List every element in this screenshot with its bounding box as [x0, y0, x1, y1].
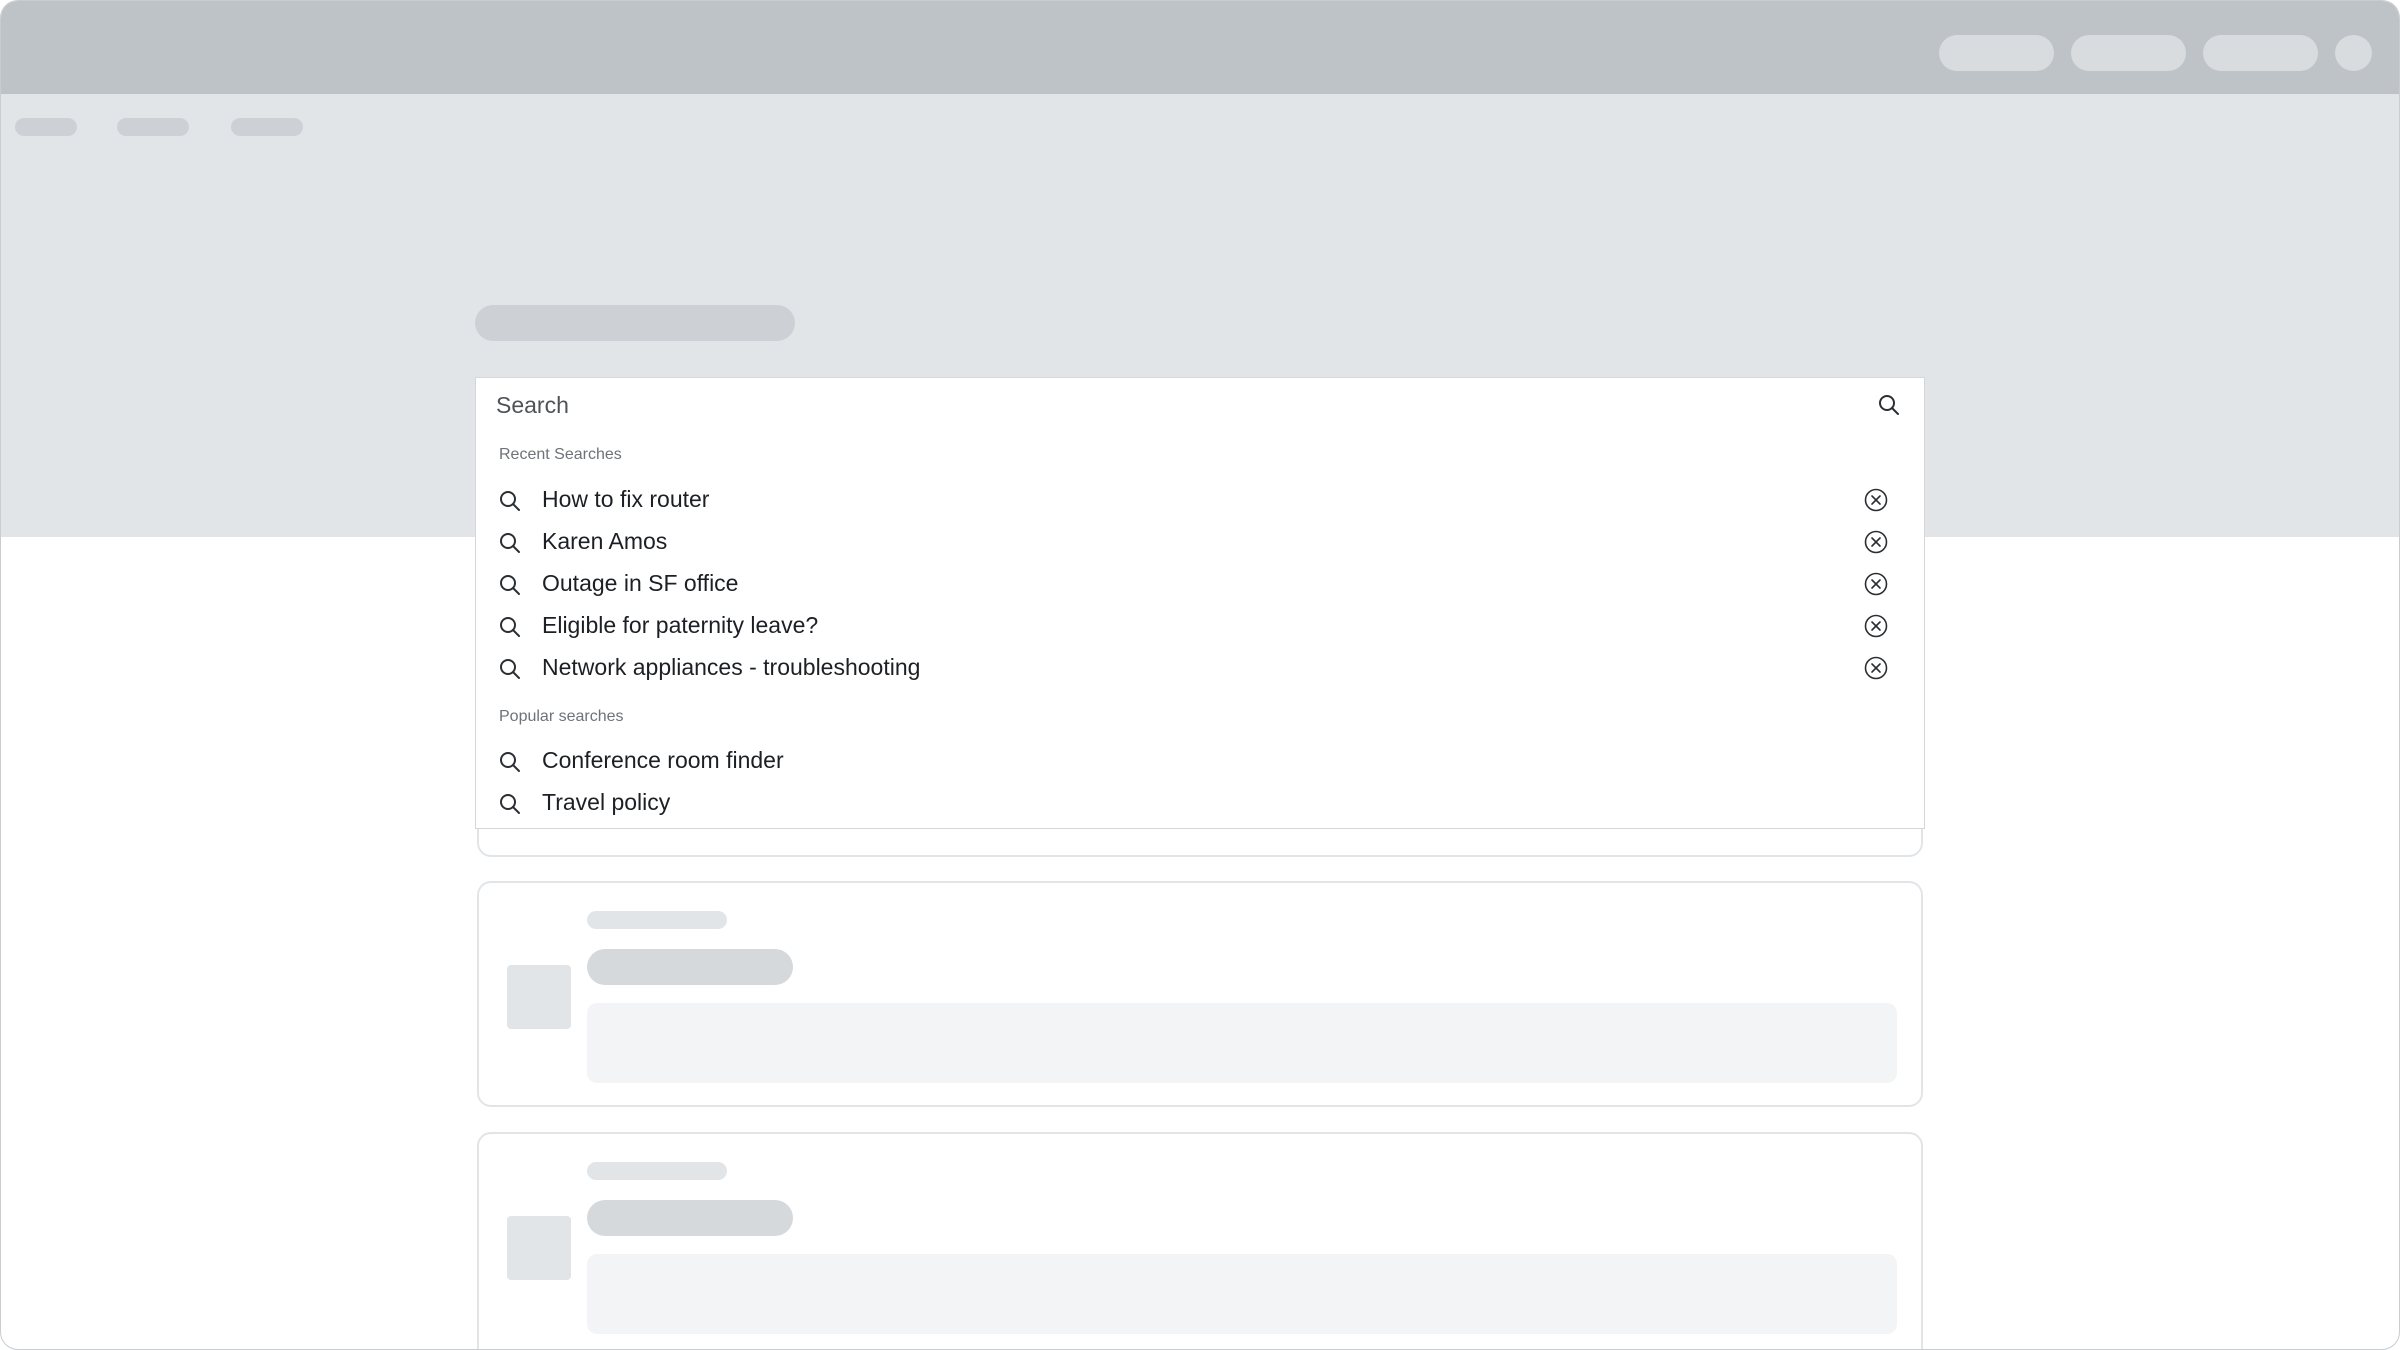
clear-icon[interactable] — [1863, 613, 1889, 639]
result-card[interactable] — [477, 881, 1923, 1107]
recent-search-item[interactable]: Karen Amos — [476, 521, 1924, 563]
search-dropdown: Recent Searches How to fix router Karen A… — [475, 377, 1925, 829]
recent-searches-heading: Recent Searches — [499, 446, 622, 463]
card-meta-placeholder — [587, 911, 727, 929]
search-item-label: Conference room finder — [542, 747, 784, 773]
search-icon — [498, 615, 522, 639]
search-icon — [498, 792, 522, 816]
recent-search-item[interactable]: Eligible for paternity leave? — [476, 605, 1924, 647]
search-button[interactable] — [1874, 390, 1904, 420]
avatar[interactable] — [2335, 35, 2372, 71]
nav-item-2[interactable] — [117, 118, 189, 136]
hero-title-placeholder — [475, 305, 795, 341]
result-card[interactable] — [477, 1132, 1923, 1349]
nav-item-3[interactable] — [231, 118, 303, 136]
topbar-button-3[interactable] — [2203, 35, 2318, 71]
search-icon — [498, 531, 522, 555]
clear-icon[interactable] — [1863, 655, 1889, 681]
browser-window: Recent Searches How to fix router Karen A… — [0, 0, 2400, 1350]
search-item-label: Karen Amos — [542, 528, 668, 554]
card-meta-placeholder — [587, 1162, 727, 1180]
search-icon — [498, 573, 522, 597]
search-item-label: Eligible for paternity leave? — [542, 612, 819, 638]
card-title-placeholder — [587, 1200, 793, 1236]
nav-item-1[interactable] — [15, 118, 77, 136]
clear-icon[interactable] — [1863, 571, 1889, 597]
popular-search-item[interactable]: Conference room finder — [476, 740, 1924, 782]
card-title-placeholder — [587, 949, 793, 985]
card-thumbnail — [507, 965, 571, 1029]
popular-searches-heading: Popular searches — [499, 708, 624, 725]
search-bar — [476, 378, 1924, 432]
search-item-label: How to fix router — [542, 486, 710, 512]
recent-search-item[interactable]: Outage in SF office — [476, 563, 1924, 605]
nav-bar — [1, 94, 2399, 201]
search-item-label: Outage in SF office — [542, 570, 739, 596]
popular-search-item[interactable]: Travel policy — [476, 782, 1924, 824]
card-body-placeholder — [587, 1254, 1897, 1334]
topbar-button-2[interactable] — [2071, 35, 2186, 71]
search-icon — [498, 657, 522, 681]
search-icon — [498, 489, 522, 513]
card-thumbnail — [507, 1216, 571, 1280]
clear-icon[interactable] — [1863, 529, 1889, 555]
topbar-button-1[interactable] — [1939, 35, 2054, 71]
clear-icon[interactable] — [1863, 487, 1889, 513]
search-icon — [1879, 395, 1899, 415]
recent-search-item[interactable]: Network appliances - troubleshooting — [476, 647, 1924, 689]
search-item-label: Network appliances - troubleshooting — [542, 654, 921, 680]
recent-search-item[interactable]: How to fix router — [476, 479, 1924, 521]
search-item-label: Travel policy — [542, 789, 671, 815]
search-icon — [498, 750, 522, 774]
search-input[interactable] — [496, 386, 1836, 424]
top-bar — [1, 1, 2399, 94]
card-body-placeholder — [587, 1003, 1897, 1083]
